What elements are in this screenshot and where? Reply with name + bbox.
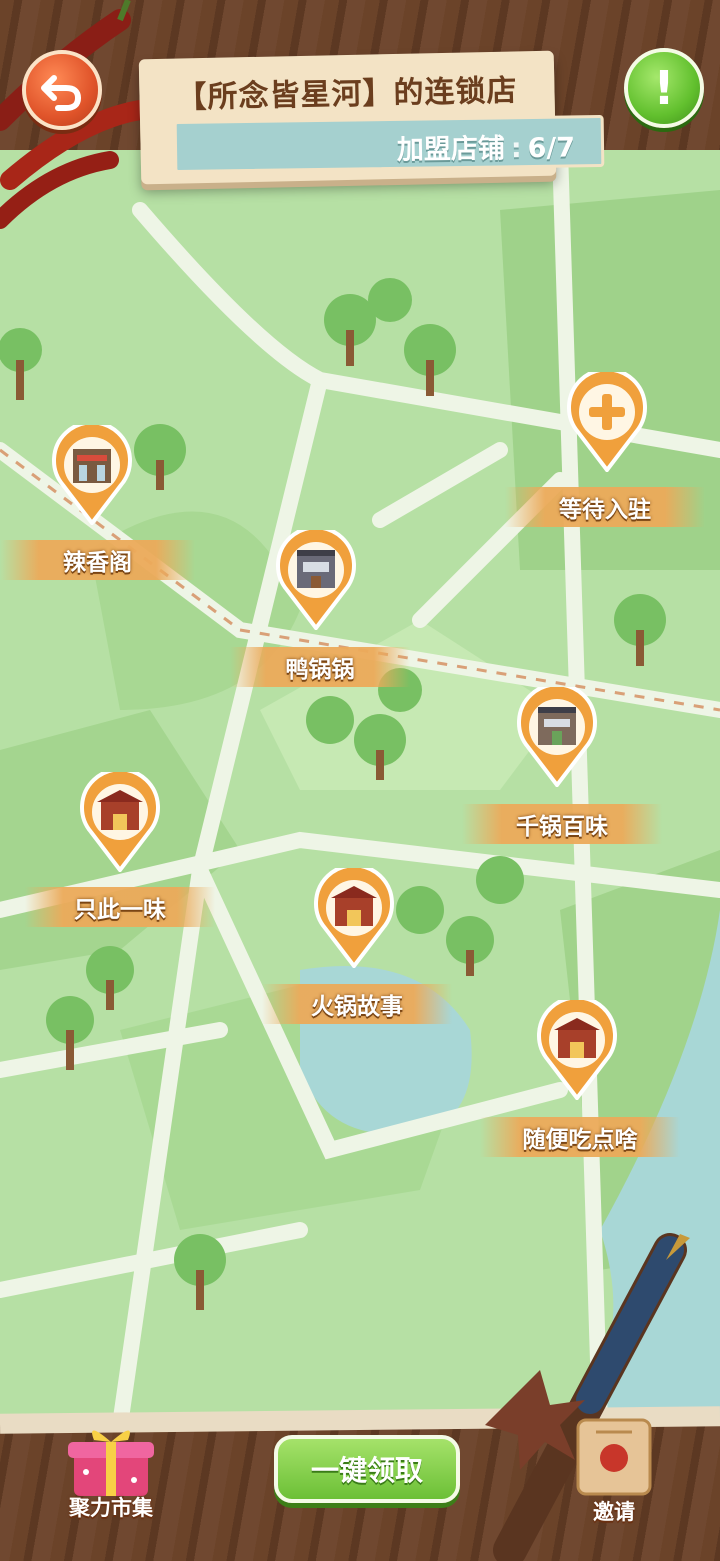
invite-button[interactable]: 邀请 — [566, 1412, 662, 1530]
store-pin-1[interactable] — [51, 420, 133, 527]
franchise-count-value: 6/7 — [527, 132, 576, 165]
store-label-6: 火锅故事 — [262, 984, 452, 1024]
map-pin-icon — [80, 767, 160, 874]
store-label-2: 鸭锅锅 — [230, 647, 410, 687]
back-button[interactable] — [22, 50, 102, 130]
info-button[interactable]: ! — [624, 48, 704, 128]
market-label: 聚力市集 — [69, 1496, 153, 1520]
store-label-5: 只此一味 — [25, 887, 215, 927]
franchise-count-bar: 加盟店铺:6/7 — [173, 115, 605, 173]
store-pin-6[interactable] — [313, 863, 395, 970]
store-pin-5[interactable] — [79, 767, 161, 874]
store-pin-4[interactable] — [516, 682, 598, 789]
store-label-4: 千锅百味 — [462, 804, 662, 844]
map-pin-icon — [314, 863, 394, 970]
franchise-count: 加盟店铺:6/7 — [397, 125, 576, 166]
invite-label: 邀请 — [593, 1500, 635, 1524]
store-label-3: 等待入驻 — [505, 487, 705, 527]
back-arrow-icon — [41, 75, 82, 111]
store-pin-7[interactable] — [536, 995, 618, 1102]
page-title: 【所念皆星河】的连锁店 — [176, 73, 518, 116]
map-pin-icon — [537, 995, 617, 1102]
plus-icon — [567, 367, 647, 474]
market-button[interactable]: 聚力市集 — [56, 1420, 166, 1530]
map-pin-icon — [276, 525, 356, 632]
map-pin-icon — [517, 682, 597, 789]
store-label-1: 辣香阁 — [0, 540, 195, 580]
map-pin-icon — [52, 420, 132, 527]
claim-all-button[interactable]: 一键领取 — [274, 1435, 460, 1503]
franchise-count-label: 加盟店铺 — [396, 133, 506, 166]
envelope-icon — [576, 1418, 652, 1496]
store-pin-2[interactable] — [275, 525, 357, 632]
store-pin-empty[interactable] — [566, 367, 648, 474]
store-label-7: 随便吃点啥 — [480, 1117, 680, 1157]
gift-box-icon — [68, 1430, 154, 1496]
exclamation-icon: ! — [653, 61, 675, 115]
franchise-count-separator: : — [510, 133, 522, 165]
